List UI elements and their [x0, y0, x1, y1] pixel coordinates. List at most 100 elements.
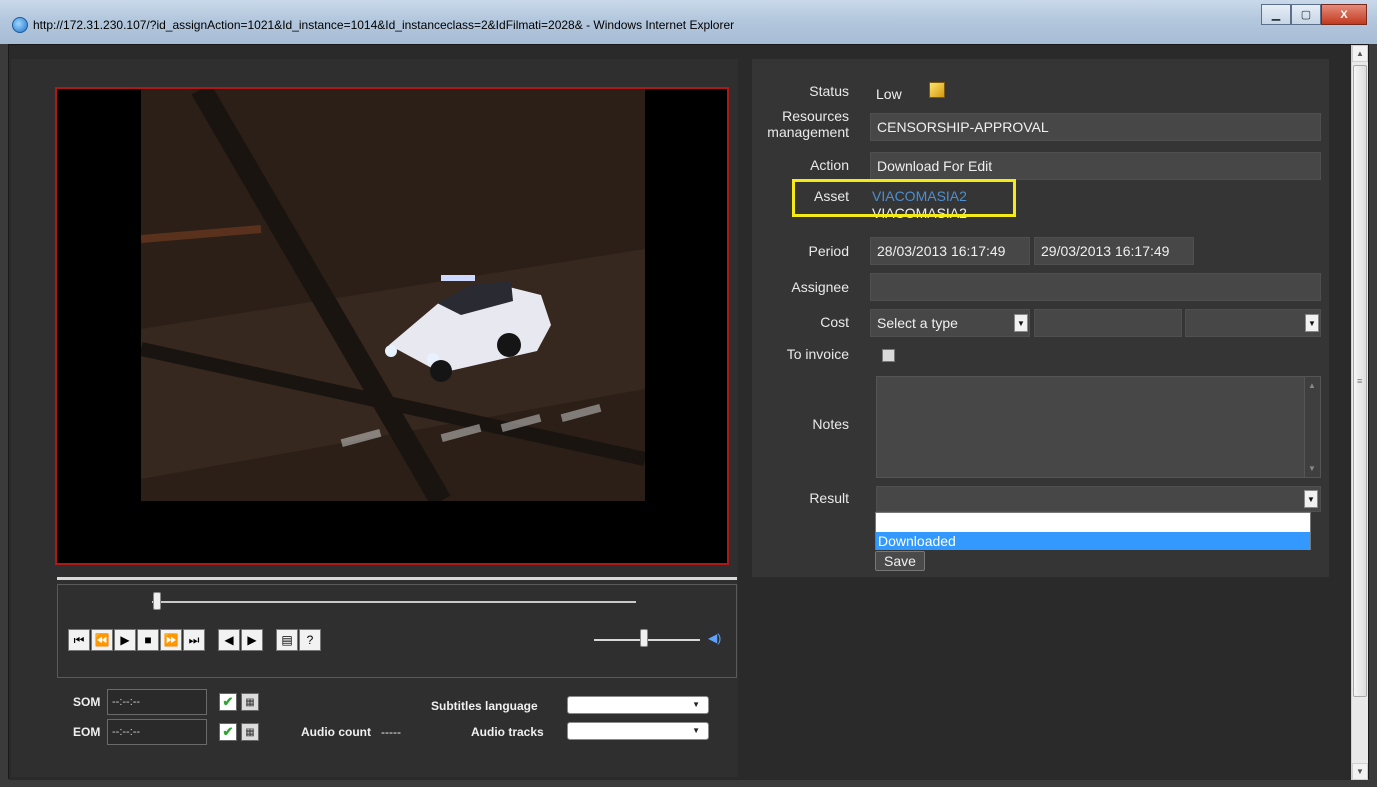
previous-frame-button[interactable]: ◀: [218, 629, 240, 651]
check-icon: ✔: [222, 694, 234, 709]
rewind-button[interactable]: ⏪: [91, 629, 113, 651]
save-button[interactable]: Save: [875, 551, 925, 571]
result-dropdown-list: Downloaded: [875, 512, 1311, 550]
title-bar: http://172.31.230.107/?id_assignAction=1…: [0, 0, 1377, 44]
help-icon: ?: [306, 633, 314, 647]
previous-frame-icon: ◀: [224, 633, 234, 647]
seek-bar[interactable]: [152, 601, 636, 603]
assignee-label: Assignee: [791, 279, 849, 295]
next-frame-icon: ▶: [247, 633, 257, 647]
page-scrollbar[interactable]: ▲ ≡ ▼: [1351, 45, 1368, 780]
eom-confirm-button[interactable]: ✔: [219, 723, 237, 741]
stop-button[interactable]: ■: [137, 629, 159, 651]
chevron-down-icon[interactable]: ▼: [1304, 490, 1318, 508]
volume-handle[interactable]: [640, 629, 648, 647]
highlight-box: [792, 179, 1016, 217]
speaker-icon[interactable]: ◀): [708, 631, 721, 645]
resources-management-label: Resources management: [767, 108, 849, 140]
status-label: Status: [809, 83, 849, 99]
som-label: SOM: [73, 695, 101, 709]
monitor-icon: ▤: [281, 633, 293, 647]
scroll-up-icon[interactable]: ▲: [1308, 381, 1316, 390]
som-input[interactable]: --:--:--: [107, 689, 207, 715]
scroll-down-icon[interactable]: ▼: [1308, 464, 1316, 473]
calendar-icon: ▦: [245, 696, 255, 708]
scroll-down-button[interactable]: ▼: [1352, 763, 1368, 780]
player-separator: [57, 577, 737, 580]
playback-controls: ⏮ ⏪ ▶ ■ ⏩ ⏭ ◀ ▶ ▤ ? ◀): [57, 584, 737, 678]
assignee-field[interactable]: [870, 273, 1321, 301]
skip-start-icon: ⏮: [73, 633, 85, 647]
chevron-down-icon: ▼: [692, 700, 700, 709]
scroll-up-icon: ▲: [1356, 49, 1364, 58]
subtitles-language-label: Subtitles language: [431, 699, 538, 713]
audio-tracks-select[interactable]: ▼: [567, 722, 709, 740]
close-button[interactable]: X: [1321, 4, 1367, 25]
eom-calendar-button[interactable]: ▦: [241, 723, 259, 741]
play-button[interactable]: ▶: [114, 629, 136, 651]
cost-currency-select[interactable]: [1185, 309, 1321, 337]
scroll-up-button[interactable]: ▲: [1352, 45, 1368, 62]
notes-scrollbar[interactable]: ▲ ▼: [1304, 377, 1320, 477]
audio-tracks-label: Audio tracks: [471, 725, 544, 739]
seek-handle[interactable]: [153, 592, 161, 610]
action-field[interactable]: Download For Edit: [870, 152, 1321, 180]
subtitles-language-select[interactable]: ▼: [567, 696, 709, 714]
minimize-button[interactable]: ▁: [1261, 4, 1291, 25]
calendar-icon: ▦: [245, 726, 255, 738]
resources-management-field[interactable]: CENSORSHIP-APPROVAL: [870, 113, 1321, 141]
period-start-field[interactable]: 28/03/2013 16:17:49: [870, 237, 1030, 265]
display-button[interactable]: ▤: [276, 629, 298, 651]
to-invoice-label: To invoice: [786, 346, 849, 362]
result-select[interactable]: [876, 486, 1321, 512]
audio-count-label: Audio count: [301, 725, 371, 739]
fast-forward-button[interactable]: ⏩: [160, 629, 182, 651]
close-icon: X: [1340, 8, 1348, 21]
skip-end-icon: ⏭: [188, 633, 200, 647]
scrollbar-thumb[interactable]: ≡: [1353, 65, 1367, 697]
maximize-icon: ▢: [1300, 9, 1312, 21]
eom-label: EOM: [73, 725, 101, 739]
som-confirm-button[interactable]: ✔: [219, 693, 237, 711]
period-label: Period: [808, 243, 849, 259]
result-label: Result: [809, 490, 849, 506]
period-end-field[interactable]: 29/03/2013 16:17:49: [1034, 237, 1194, 265]
assignment-form: Status Low Resources management CENSORSH…: [752, 59, 1329, 577]
play-icon: ▶: [120, 633, 130, 647]
chevron-down-icon[interactable]: ▼: [1014, 314, 1028, 332]
player-panel: ⏮ ⏪ ▶ ■ ⏩ ⏭ ◀ ▶ ▤ ? ◀) SOM --:--:-- ✔ ▦ …: [11, 59, 738, 777]
scroll-down-icon: ▼: [1356, 767, 1364, 776]
internet-explorer-icon: [12, 17, 28, 33]
video-viewport[interactable]: [141, 89, 645, 501]
video-frame: [55, 87, 729, 565]
status-value: Low: [876, 86, 902, 102]
stop-icon: ■: [144, 633, 152, 647]
go-to-start-button[interactable]: ⏮: [68, 629, 90, 651]
result-option-empty[interactable]: [876, 513, 1310, 531]
chevron-down-icon[interactable]: ▼: [1305, 314, 1319, 332]
grip-icon: ≡: [1357, 376, 1363, 386]
fast-forward-icon: ⏩: [163, 633, 179, 647]
cost-type-value: Select a type: [877, 315, 958, 331]
eom-input[interactable]: --:--:--: [107, 719, 207, 745]
to-invoice-checkbox[interactable]: [882, 349, 895, 362]
notes-label: Notes: [812, 416, 849, 432]
window-title: http://172.31.230.107/?id_assignAction=1…: [33, 18, 735, 32]
cost-amount-field[interactable]: [1034, 309, 1182, 337]
cost-label: Cost: [820, 314, 849, 330]
window-controls: ▁ ▢ X: [1261, 4, 1367, 25]
audio-count-value: -----: [381, 725, 401, 739]
go-to-end-button[interactable]: ⏭: [183, 629, 205, 651]
help-button[interactable]: ?: [299, 629, 321, 651]
next-frame-button[interactable]: ▶: [241, 629, 263, 651]
rewind-icon: ⏪: [94, 633, 110, 647]
status-flag-icon: [929, 82, 945, 98]
notes-textarea[interactable]: ▲ ▼: [876, 376, 1321, 478]
check-icon: ✔: [222, 724, 234, 739]
browser-window: http://172.31.230.107/?id_assignAction=1…: [0, 0, 1377, 787]
result-option-downloaded[interactable]: Downloaded: [876, 532, 1310, 550]
maximize-button[interactable]: ▢: [1291, 4, 1321, 25]
som-calendar-button[interactable]: ▦: [241, 693, 259, 711]
cost-type-select[interactable]: Select a type: [870, 309, 1030, 337]
minimize-icon: ▁: [1271, 9, 1281, 21]
